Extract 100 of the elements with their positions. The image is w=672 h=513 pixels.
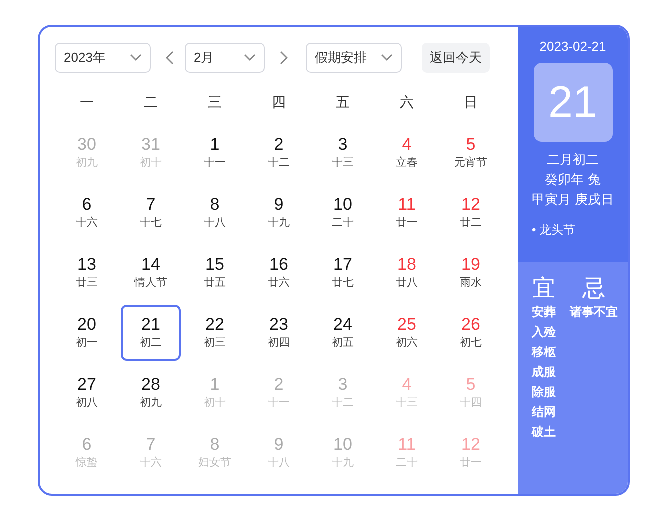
weekday-label: 一 (79, 93, 95, 112)
day-cell[interactable]: 26 初七 (441, 305, 501, 361)
day-cell[interactable]: 7 十七 (121, 185, 181, 241)
day-number: 10 (334, 195, 352, 215)
day-cell[interactable]: 9 十九 (249, 185, 309, 241)
day-cell[interactable]: 12 廿二 (441, 185, 501, 241)
day-cell[interactable]: 3 十三 (313, 125, 373, 181)
lunar-date: 初十 (140, 156, 162, 171)
day-number: 3 (338, 375, 348, 395)
weekday-label: 二 (143, 93, 159, 112)
lunar-date: 妇女节 (198, 456, 232, 471)
day-number: 8 (210, 195, 220, 215)
lunar-date: 初四 (268, 336, 290, 351)
lunar-date: 十一 (204, 156, 226, 171)
day-cell[interactable]: 14 情人节 (121, 245, 181, 301)
lunar-date: 初八 (76, 396, 98, 411)
lunar-date: 十六 (76, 216, 98, 231)
day-number: 15 (206, 255, 224, 275)
lunar-date: 十二 (268, 156, 290, 171)
day-cell[interactable]: 5 元宵节 (441, 125, 501, 181)
day-cell[interactable]: 22 初三 (185, 305, 245, 361)
day-cell[interactable]: 13 廿三 (57, 245, 117, 301)
chevron-down-icon (381, 54, 393, 62)
festival-text: • 龙头节 (532, 222, 576, 239)
lunar-date: 十九 (332, 456, 354, 471)
day-cell[interactable]: 4 立春 (377, 125, 437, 181)
day-number: 6 (82, 435, 92, 455)
lunar-date: 十八 (268, 456, 290, 471)
lunar-date: 二十 (396, 456, 418, 471)
day-number: 8 (210, 435, 220, 455)
holiday-dropdown[interactable]: 假期安排 (306, 43, 402, 73)
lunar-date: 十三 (396, 396, 418, 411)
month-dropdown[interactable]: 2月 (185, 43, 265, 73)
day-cell[interactable]: 28 初九 (121, 365, 181, 421)
day-number: 1 (210, 375, 220, 395)
weekday-label: 五 (335, 93, 351, 112)
today-button[interactable]: 返回今天 (422, 43, 490, 73)
lunar-date: 初一 (76, 336, 98, 351)
lunar-date: 十六 (140, 456, 162, 471)
day-cell[interactable]: 18 廿八 (377, 245, 437, 301)
suitable-item: 除服 (532, 384, 556, 401)
day-number: 24 (334, 315, 352, 335)
day-cell[interactable]: 24 初五 (313, 305, 373, 361)
lunar-date: 廿八 (396, 276, 418, 291)
lunar-info: 甲寅月 庚戌日 (532, 191, 614, 209)
day-number: 9 (274, 195, 284, 215)
chevron-left-icon[interactable] (166, 51, 174, 65)
suitable-heading: 宜 (532, 274, 556, 302)
day-number: 11 (398, 195, 416, 215)
day-cell[interactable]: 15 廿五 (185, 245, 245, 301)
day-cell[interactable]: 16 廿六 (249, 245, 309, 301)
day-cell[interactable]: 8 十八 (185, 185, 245, 241)
lunar-date: 十二 (332, 396, 354, 411)
day-cell[interactable]: 10 二十 (313, 185, 373, 241)
lunar-date: 初三 (204, 336, 226, 351)
day-number: 1 (210, 135, 220, 155)
day-cell[interactable]: 20 初一 (57, 305, 117, 361)
lunar-date: 廿一 (460, 456, 482, 471)
day-cell[interactable]: 17 廿七 (313, 245, 373, 301)
day-number: 25 (398, 315, 416, 335)
weekday-label: 日 (463, 93, 479, 112)
day-number: 9 (274, 435, 284, 455)
lunar-date: 初九 (140, 396, 162, 411)
day-cell[interactable]: 25 初六 (377, 305, 437, 361)
suitable-item: 安葬 (532, 304, 556, 321)
day-number: 3 (338, 135, 348, 155)
day-number: 23 (270, 315, 288, 335)
day-cell[interactable]: 23 初四 (249, 305, 309, 361)
lunar-date: 初七 (460, 336, 482, 351)
weekday-label: 三 (207, 93, 223, 112)
lunar-date: 情人节 (134, 276, 168, 291)
day-number: 2 (274, 375, 284, 395)
lunar-date: 初六 (396, 336, 418, 351)
day-number: 10 (334, 435, 352, 455)
day-cell[interactable]: 11 廿一 (377, 185, 437, 241)
day-cell[interactable]: 21 初二 (121, 305, 181, 361)
day-cell[interactable]: 6 十六 (57, 185, 117, 241)
lunar-date: 初二 (140, 336, 162, 351)
day-number: 17 (334, 255, 352, 275)
lunar-info: 二月初二 (547, 151, 599, 169)
day-cell[interactable]: 19 雨水 (441, 245, 501, 301)
lunar-date: 十八 (204, 216, 226, 231)
lunar-date: 廿七 (332, 276, 354, 291)
day-cell[interactable]: 27 初八 (57, 365, 117, 421)
lunar-date: 廿一 (396, 216, 418, 231)
day-cell[interactable]: 2 十二 (249, 125, 309, 181)
day-number: 2 (274, 135, 284, 155)
year-dropdown[interactable]: 2023年 (55, 43, 151, 73)
suitable-item: 入殓 (532, 324, 556, 341)
day-number: 20 (78, 315, 96, 335)
suitable-item: 结网 (532, 404, 556, 421)
day-number: 5 (466, 135, 476, 155)
weekday-label: 六 (399, 93, 415, 112)
day-cell[interactable]: 1 十一 (185, 125, 245, 181)
day-number: 7 (146, 195, 156, 215)
day-number: 12 (462, 435, 480, 455)
day-number: 13 (78, 255, 96, 275)
chevron-right-icon[interactable] (280, 51, 288, 65)
day-number: 26 (462, 315, 480, 335)
weekday-label: 四 (271, 93, 287, 112)
